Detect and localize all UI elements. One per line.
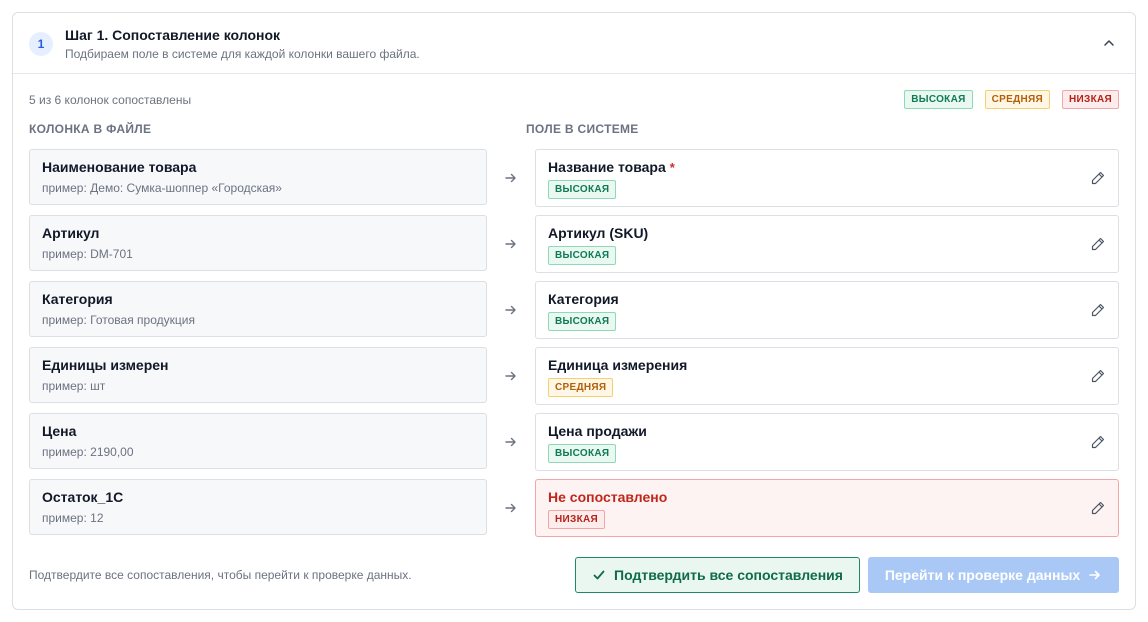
- step-number-badge: 1: [29, 32, 53, 56]
- legend-low-badge: НИЗКАЯ: [1062, 90, 1119, 109]
- arrow-right-icon: [505, 305, 516, 315]
- system-field-header: ПОЛЕ В СИСТЕМЕ: [526, 122, 639, 136]
- step-title: Шаг 1. Сопоставление колонок: [65, 27, 281, 43]
- confidence-badge: НИЗКАЯ: [548, 510, 605, 529]
- confidence-badge: ВЫСОКАЯ: [548, 444, 617, 463]
- file-column-cell: Единицы измерен пример: шт: [29, 347, 487, 403]
- confirm-all-label: Подтвердить все сопоставления: [614, 567, 843, 583]
- chevron-up-icon[interactable]: [1101, 35, 1117, 51]
- arrow-right-icon: [505, 503, 516, 513]
- system-field-name: Категория: [548, 291, 619, 307]
- pencil-icon[interactable]: [1090, 434, 1106, 450]
- system-field-select[interactable]: Единица измерения СРЕДНЯЯ: [535, 347, 1119, 405]
- system-field-name: Название товара *: [548, 159, 675, 175]
- system-field-select[interactable]: Артикул (SKU) ВЫСОКАЯ: [535, 215, 1119, 273]
- pencil-icon[interactable]: [1090, 170, 1106, 186]
- system-field-name: Единица измерения: [548, 357, 688, 373]
- file-column-example: пример: 2190,00: [42, 445, 134, 459]
- file-column-cell: Категория пример: Готовая продукция: [29, 281, 487, 337]
- file-column-cell: Артикул пример: DM-701: [29, 215, 487, 271]
- file-column-header: КОЛОНКА В ФАЙЛЕ: [29, 122, 152, 136]
- check-icon: [593, 570, 605, 580]
- confidence-badge: ВЫСОКАЯ: [548, 180, 617, 199]
- go-to-data-check-label: Перейти к проверке данных: [884, 567, 1081, 583]
- file-column-example: пример: 12: [42, 511, 104, 525]
- file-column-example: пример: Готовая продукция: [42, 313, 195, 327]
- mapping-row: Остаток_1С пример: 12 Не сопоставлено НИ…: [29, 479, 1119, 537]
- file-column-cell: Остаток_1С пример: 12: [29, 479, 487, 535]
- pencil-icon[interactable]: [1090, 500, 1106, 516]
- system-field-select[interactable]: Категория ВЫСОКАЯ: [535, 281, 1119, 339]
- arrow-right-icon: [505, 437, 516, 447]
- mapping-row: Артикул пример: DM-701 Артикул (SKU) ВЫС…: [29, 215, 1119, 273]
- system-field-name: Не сопоставлено: [548, 489, 668, 505]
- footer-note: Подтвердите все сопоставления, чтобы пер…: [29, 568, 412, 582]
- mapping-row: Категория пример: Готовая продукция Кате…: [29, 281, 1119, 339]
- arrow-right-icon: [1089, 570, 1100, 580]
- confirm-all-button[interactable]: Подтвердить все сопоставления: [575, 557, 860, 593]
- system-field-select-unmatched[interactable]: Не сопоставлено НИЗКАЯ: [535, 479, 1119, 537]
- mapping-summary: 5 из 6 колонок сопоставлены: [29, 93, 192, 107]
- file-column-name: Категория: [42, 291, 113, 307]
- confidence-badge: ВЫСОКАЯ: [548, 312, 617, 331]
- file-column-example: пример: DM-701: [42, 247, 133, 261]
- pencil-icon[interactable]: [1090, 368, 1106, 384]
- confidence-badge: ВЫСОКАЯ: [548, 246, 617, 265]
- system-field-select[interactable]: Цена продажи ВЫСОКАЯ: [535, 413, 1119, 471]
- file-column-name: Наименование товара: [42, 159, 197, 175]
- system-field-name: Артикул (SKU): [548, 225, 649, 241]
- confidence-badge: СРЕДНЯЯ: [548, 378, 614, 397]
- file-column-cell: Наименование товара пример: Демо: Сумка-…: [29, 149, 487, 205]
- file-column-name: Цена: [42, 423, 77, 439]
- pencil-icon[interactable]: [1090, 302, 1106, 318]
- arrow-right-icon: [505, 371, 516, 381]
- step-subtitle: Подбираем поле в системе для каждой коло…: [65, 47, 420, 61]
- system-field-name: Цена продажи: [548, 423, 647, 439]
- system-field-select[interactable]: Название товара * ВЫСОКАЯ: [535, 149, 1119, 207]
- file-column-cell: Цена пример: 2190,00: [29, 413, 487, 469]
- file-column-name: Остаток_1С: [42, 489, 124, 505]
- file-column-example: пример: шт: [42, 379, 106, 393]
- card-header[interactable]: 1 Шаг 1. Сопоставление колонок Подбираем…: [13, 13, 1135, 74]
- legend-mid-badge: СРЕДНЯЯ: [984, 90, 1050, 109]
- go-to-data-check-button[interactable]: Перейти к проверке данных: [868, 557, 1119, 593]
- mapping-row: Единицы измерен пример: шт Единица измер…: [29, 347, 1119, 405]
- legend-high-badge: ВЫСОКАЯ: [904, 90, 973, 109]
- arrow-right-icon: [505, 239, 516, 249]
- confidence-legend: ВЫСОКАЯ СРЕДНЯЯ НИЗКАЯ: [904, 90, 1119, 109]
- mapping-row: Цена пример: 2190,00 Цена продажи ВЫСОКА…: [29, 413, 1119, 471]
- required-mark: *: [669, 160, 675, 175]
- arrow-right-icon: [505, 173, 516, 183]
- mapping-row: Наименование товара пример: Демо: Сумка-…: [29, 149, 1119, 207]
- file-column-name: Единицы измерен: [42, 357, 169, 373]
- file-column-example: пример: Демо: Сумка-шоппер «Городская»: [42, 181, 282, 195]
- file-column-name: Артикул: [42, 225, 100, 241]
- column-mapping-card: 1 Шаг 1. Сопоставление колонок Подбираем…: [12, 12, 1136, 610]
- pencil-icon[interactable]: [1090, 236, 1106, 252]
